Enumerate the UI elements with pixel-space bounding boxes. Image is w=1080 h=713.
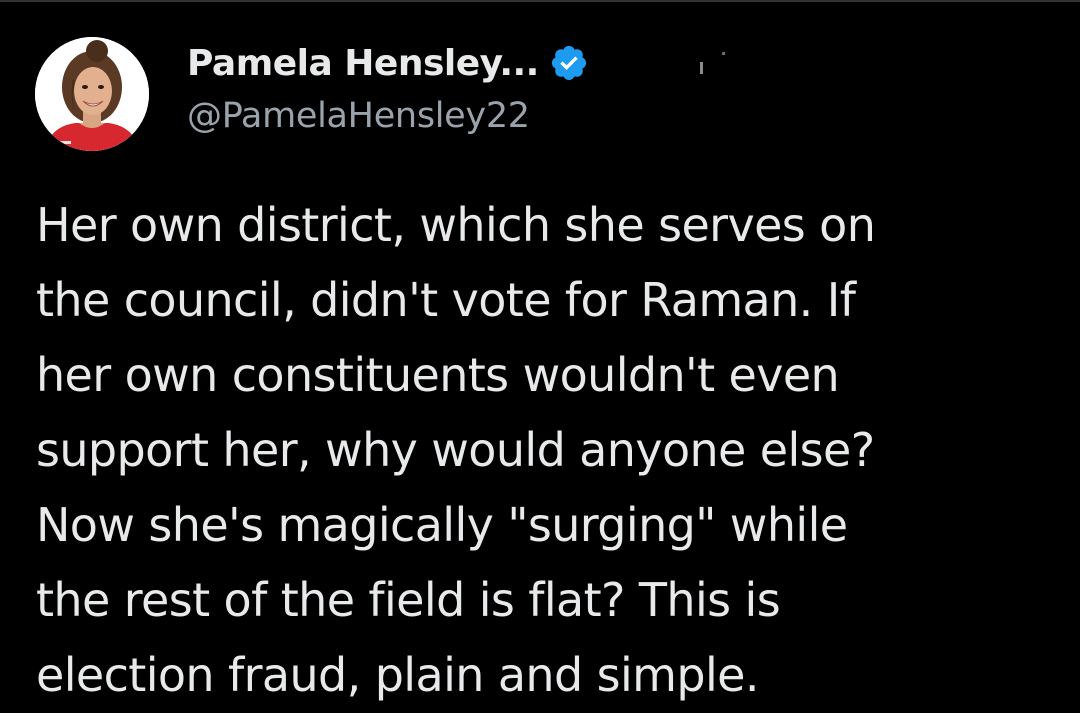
tweet-text-line: support her, why would anyone else? (36, 423, 875, 477)
verified-badge-icon (549, 43, 589, 83)
tweet-text-line: Now she's magically "surging" while (36, 498, 848, 552)
artifact-mark (700, 62, 703, 74)
avatar-image (35, 37, 149, 151)
tweet-text-line: her own constituents wouldn't even (36, 348, 840, 402)
author-display-name[interactable]: Pamela Hensley... (187, 43, 539, 84)
author-avatar[interactable] (35, 37, 149, 151)
tweet-text-line: Her own district, which she serves on (36, 198, 876, 252)
author-name-row: Pamela Hensley... (187, 38, 589, 88)
author-handle[interactable]: @PamelaHensley22 (187, 96, 530, 136)
tweet-text-line: the council, didn't vote for Raman. If (36, 273, 856, 327)
tweet-header: Pamela Hensley... @PamelaHensley22 (0, 0, 1080, 170)
tweet-text: Her own district, which she serves on th… (36, 188, 1046, 713)
tweet-text-line: election fraud, plain and simple. (36, 648, 759, 702)
tweet-text-line: the rest of the field is flat? This is (36, 573, 781, 627)
artifact-dot (722, 52, 725, 55)
